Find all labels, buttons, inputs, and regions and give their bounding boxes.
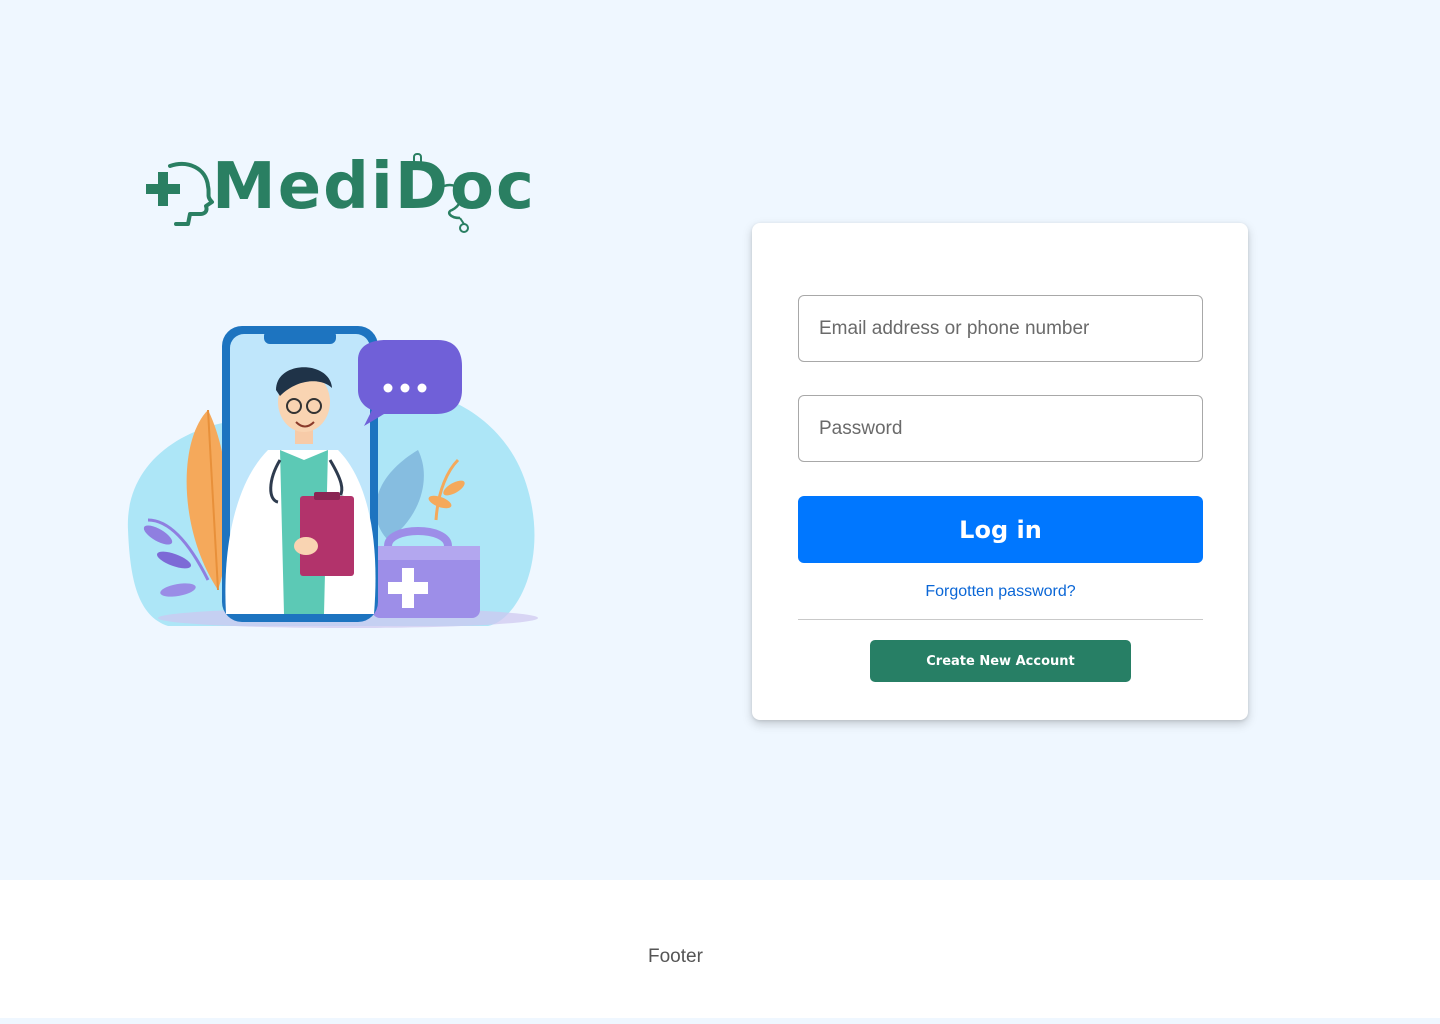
bottom-strip	[0, 1018, 1440, 1024]
medical-cross-head-icon	[146, 162, 214, 226]
password-input[interactable]	[798, 395, 1203, 462]
main-section: MediDoc Email address or phone number Lo…	[0, 0, 1440, 880]
page: MediDoc Email address or phone number Lo…	[0, 0, 1440, 1024]
create-account-button[interactable]: Create New Account	[870, 640, 1131, 682]
logo-wordmark: MediDoc	[212, 150, 536, 224]
stethoscope-icon	[413, 153, 469, 233]
footer-text: Footer	[648, 946, 703, 967]
divider	[798, 619, 1203, 620]
email-input[interactable]	[798, 295, 1203, 362]
forgot-password-link[interactable]: Forgotten password?	[798, 583, 1203, 601]
footer: Footer	[0, 880, 1440, 1018]
login-card: Log in Forgotten password? Create New Ac…	[752, 223, 1248, 720]
doctor-on-phone-illustration	[127, 326, 538, 628]
login-button[interactable]: Log in	[798, 496, 1203, 563]
brand-logo: MediDoc	[140, 150, 534, 240]
doctor-illustration	[118, 320, 542, 636]
